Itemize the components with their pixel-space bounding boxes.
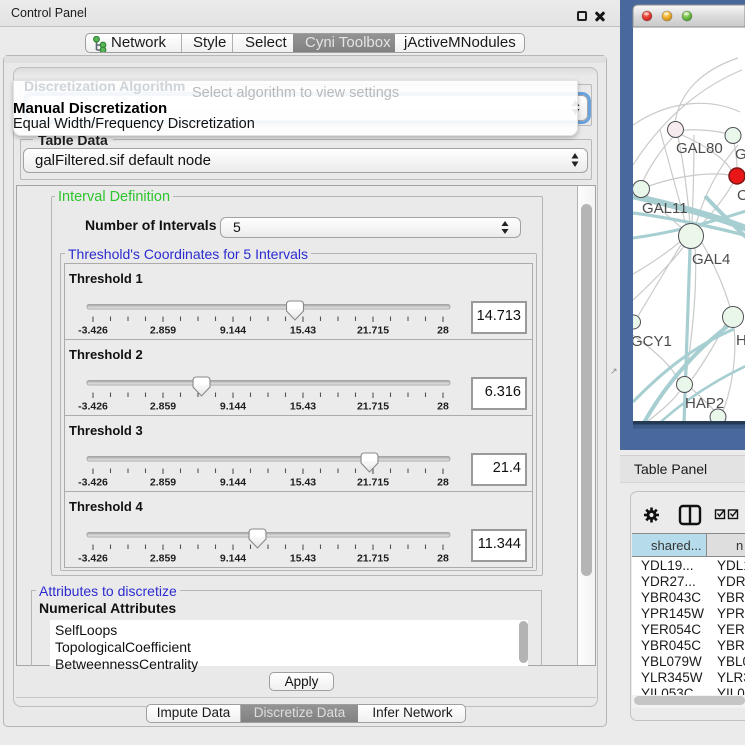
- svg-text:15.43: 15.43: [290, 401, 316, 413]
- svg-text:GAL80: GAL80: [676, 140, 723, 157]
- svg-text:28: 28: [437, 553, 449, 565]
- svg-text:28: 28: [437, 401, 449, 413]
- svg-text:21.715: 21.715: [357, 401, 389, 413]
- svg-text:2.859: 2.859: [150, 477, 176, 489]
- svg-text:28: 28: [437, 477, 449, 489]
- svg-text:21.715: 21.715: [357, 553, 389, 565]
- svg-text:15.43: 15.43: [290, 553, 316, 565]
- svg-text:-3.426: -3.426: [78, 401, 108, 413]
- svg-text:9.144: 9.144: [220, 401, 246, 413]
- svg-text:9.144: 9.144: [220, 553, 246, 565]
- svg-text:2.859: 2.859: [150, 401, 176, 413]
- svg-text:2.859: 2.859: [150, 553, 176, 565]
- svg-text:-3.426: -3.426: [78, 325, 108, 337]
- svg-text:15.43: 15.43: [290, 325, 316, 337]
- svg-text:GAL11: GAL11: [642, 200, 688, 217]
- svg-text:9.144: 9.144: [220, 477, 246, 489]
- svg-text:9.144: 9.144: [220, 325, 246, 337]
- svg-text:21.715: 21.715: [357, 477, 389, 489]
- svg-text:28: 28: [437, 325, 449, 337]
- svg-text:GAL4: GAL4: [692, 251, 730, 268]
- svg-text:21.715: 21.715: [357, 325, 389, 337]
- svg-text:H: H: [736, 332, 745, 349]
- svg-text:-3.426: -3.426: [78, 477, 108, 489]
- svg-text:2.859: 2.859: [150, 325, 176, 337]
- svg-text:GA: GA: [735, 146, 745, 163]
- svg-text:GCY1: GCY1: [631, 333, 672, 350]
- svg-text:15.43: 15.43: [290, 477, 316, 489]
- svg-text:-3.426: -3.426: [78, 553, 108, 565]
- svg-text:CY: CY: [737, 187, 745, 204]
- svg-text:HAP2: HAP2: [685, 395, 724, 412]
